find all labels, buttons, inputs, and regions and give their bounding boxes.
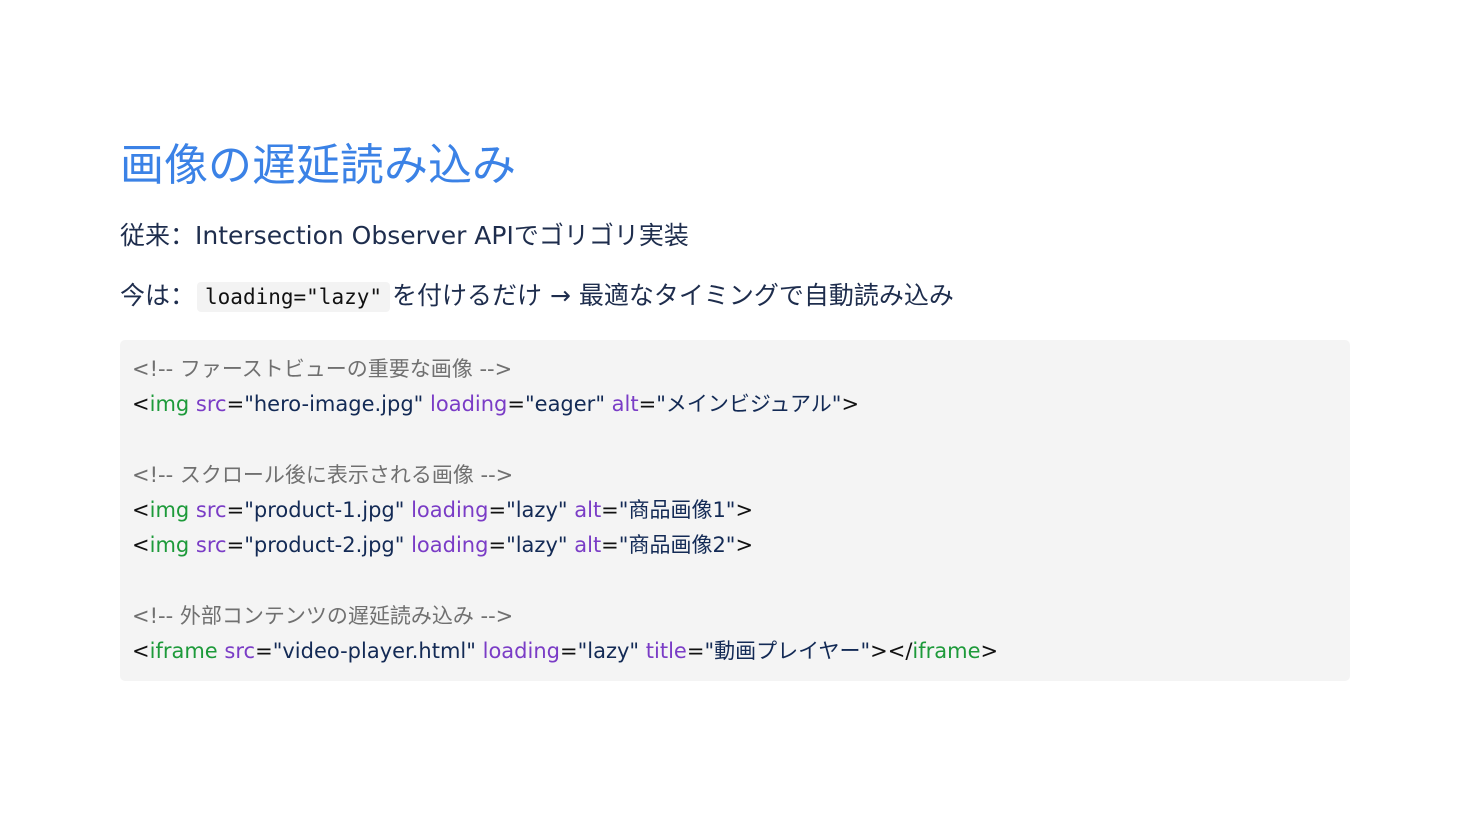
code-attr-loading: loading — [430, 392, 508, 416]
code-comment-scroll: <!-- スクロール後に表示される画像 --> — [132, 463, 514, 487]
code-attr-src: src — [195, 498, 227, 522]
code-lt: < — [132, 498, 150, 522]
code-eq: = — [226, 498, 245, 522]
code-tag-img: img — [149, 392, 190, 416]
code-eq: = — [507, 392, 525, 416]
code-value-p2-alt: "商品画像2" — [618, 533, 736, 557]
current-approach-prefix: 今は： — [120, 281, 196, 310]
code-attr-loading: loading — [482, 639, 560, 663]
code-line-hero-img: <img src="hero-image.jpg" loading="eager… — [132, 387, 1338, 422]
code-eq: = — [601, 498, 619, 522]
code-comment-external: <!-- 外部コンテンツの遅延読み込み --> — [132, 604, 514, 628]
code-gt: > — [735, 498, 754, 522]
code-eq: = — [226, 533, 245, 557]
current-approach-suffix: を付けるだけ → 最適なタイミングで自動読み込み — [392, 281, 954, 310]
code-attr-src: src — [224, 639, 256, 663]
code-attr-alt: alt — [574, 533, 602, 557]
code-value-hero-src: "hero-image.jpg" — [244, 392, 424, 416]
code-tag-iframe: iframe — [912, 639, 981, 663]
page-title: 画像の遅延読み込み — [120, 140, 516, 191]
code-attr-src: src — [195, 392, 227, 416]
code-eq: = — [638, 392, 657, 416]
code-attr-title: title — [645, 639, 687, 663]
code-line-product-2: <img src="product-2.jpg" loading="lazy" … — [132, 528, 1338, 563]
code-tag-iframe: iframe — [149, 639, 218, 663]
code-attr-alt: alt — [574, 498, 602, 522]
code-gt: > — [841, 392, 860, 416]
code-eq: = — [488, 498, 507, 522]
code-eq: = — [255, 639, 273, 663]
code-attr-loading: loading — [411, 533, 489, 557]
code-line-product-1: <img src="product-1.jpg" loading="lazy" … — [132, 493, 1338, 528]
code-gt: > — [980, 639, 999, 663]
traditional-approach-text: 従来：Intersection Observer APIでゴリゴリ実装 — [120, 221, 689, 250]
code-line-iframe: <iframe src="video-player.html" loading=… — [132, 634, 1338, 669]
code-tag-img: img — [149, 533, 190, 557]
code-block: <!-- ファーストビューの重要な画像 --> <img src="hero-i… — [120, 340, 1350, 681]
code-eq: = — [601, 533, 619, 557]
code-lt: < — [132, 639, 150, 663]
code-value-video-title: "動画プレイヤー" — [704, 639, 871, 663]
code-eq: = — [686, 639, 705, 663]
code-value-hero-alt: "メインビジュアル" — [656, 392, 842, 416]
code-eq: = — [488, 533, 507, 557]
code-attr-src: src — [195, 533, 227, 557]
code-value-video-src: "video-player.html" — [272, 639, 476, 663]
code-value-lazy: "lazy" — [506, 498, 568, 522]
code-value-lazy: "lazy" — [577, 639, 640, 663]
code-eq: = — [559, 639, 578, 663]
code-attr-alt: alt — [611, 392, 639, 416]
code-close-lt: ></ — [870, 639, 913, 663]
code-value-p1-alt: "商品画像1" — [618, 498, 736, 522]
current-approach-text: 今は： loading="lazy" を付けるだけ → 最適なタイミングで自動読み込… — [120, 279, 954, 314]
code-eq: = — [226, 392, 245, 416]
code-lt: < — [132, 392, 150, 416]
code-gt: > — [735, 533, 754, 557]
code-attr-loading: loading — [411, 498, 489, 522]
code-value-lazy: "lazy" — [506, 533, 568, 557]
code-value-eager: "eager" — [524, 392, 605, 416]
code-comment-firstview: <!-- ファーストビューの重要な画像 --> — [132, 357, 513, 381]
inline-code-loading-lazy: loading="lazy" — [197, 282, 391, 312]
code-lt: < — [132, 533, 150, 557]
code-tag-img: img — [149, 498, 190, 522]
code-value-p1-src: "product-1.jpg" — [244, 498, 405, 522]
code-value-p2-src: "product-2.jpg" — [244, 533, 405, 557]
